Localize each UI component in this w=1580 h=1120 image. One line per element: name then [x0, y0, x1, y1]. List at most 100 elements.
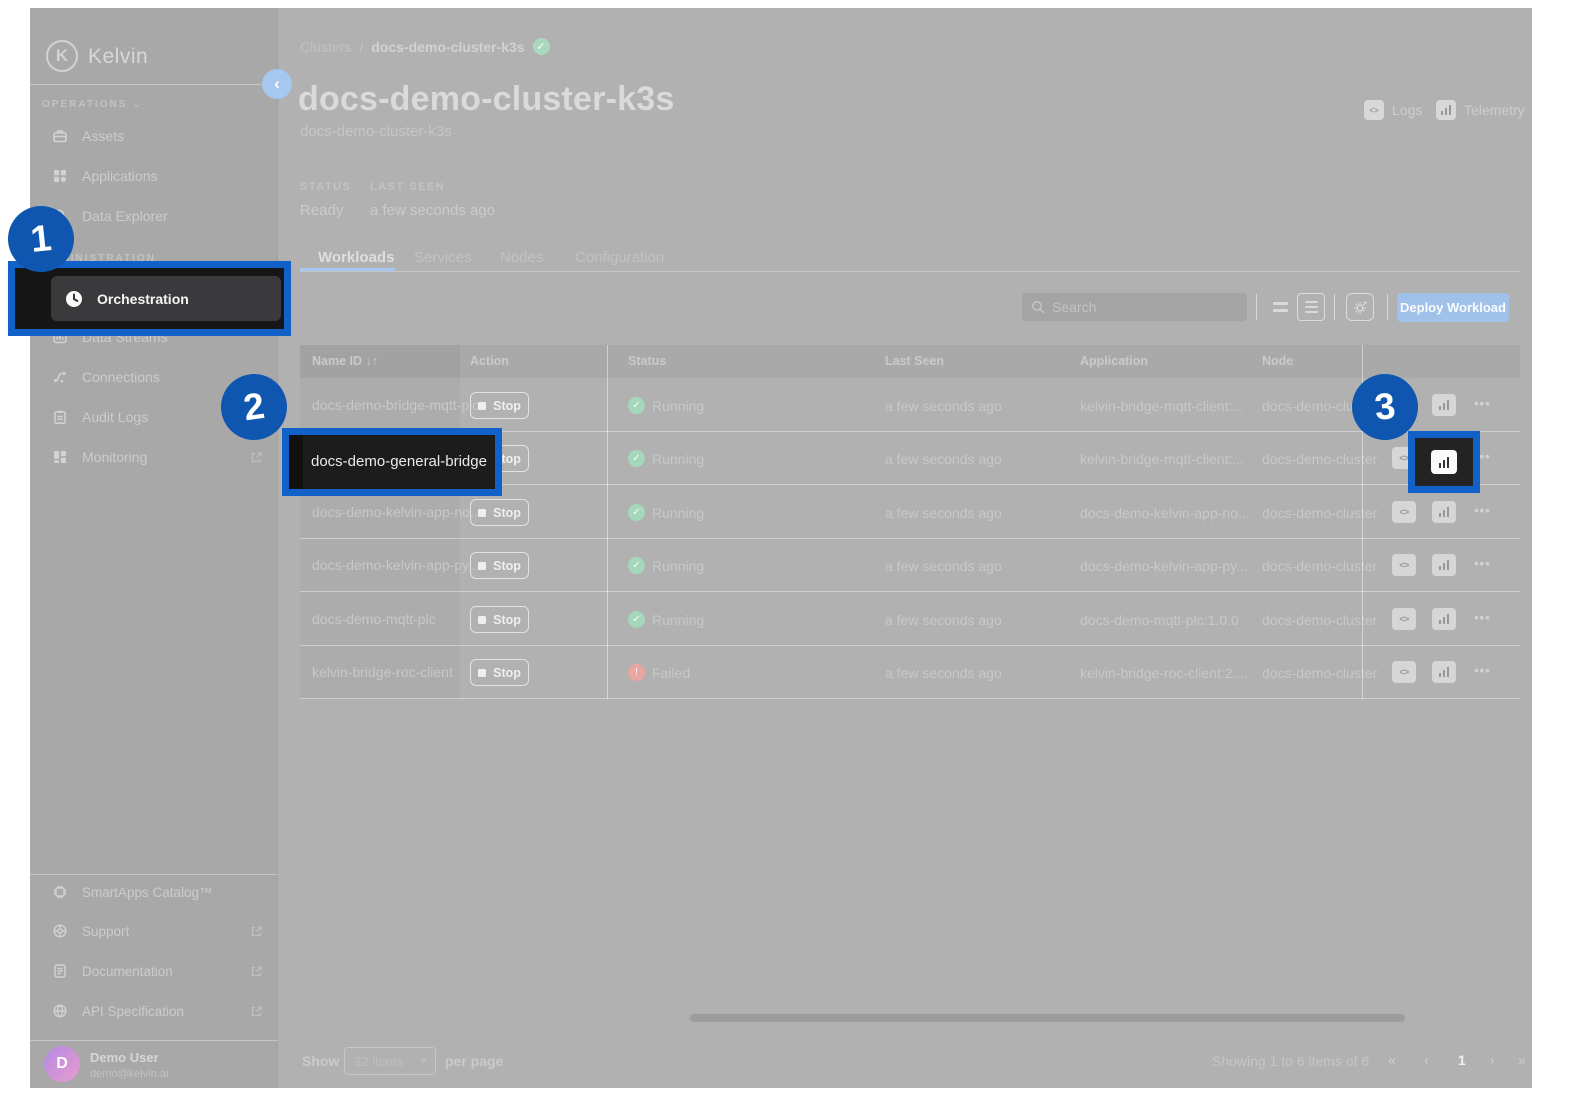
workload-name[interactable]: kelvin-bridge-roc-client: [312, 664, 453, 680]
breadcrumb[interactable]: Clusters / docs-demo-cluster-k3s ✓: [300, 38, 550, 55]
chevron-left-icon: ‹: [274, 74, 280, 94]
pagination-summary: Showing 1 to 6 items of 6: [1212, 1053, 1369, 1069]
pagination-first-button[interactable]: «: [1388, 1052, 1396, 1068]
column-header-application[interactable]: Application: [1080, 354, 1148, 368]
workload-logs-button[interactable]: <>: [1392, 501, 1416, 523]
document-icon: [52, 963, 68, 979]
row-menu-button[interactable]: •••: [1474, 663, 1491, 678]
list-view-toggle[interactable]: [1297, 293, 1325, 321]
workload-name[interactable]: docs-demo-kelvin-app-py...: [312, 557, 480, 573]
column-header-last-seen[interactable]: Last Seen: [885, 354, 944, 368]
status-running-icon: ✓: [628, 557, 645, 574]
avatar[interactable]: D: [44, 1046, 80, 1082]
application-cell: docs-demo-kelvin-app-no...: [1080, 505, 1250, 521]
search-field[interactable]: [1022, 293, 1247, 321]
sidebar-item-audit-logs[interactable]: Audit Logs: [52, 409, 148, 425]
status-running-icon: ✓: [628, 504, 645, 521]
sidebar-collapse-button[interactable]: ‹: [262, 69, 292, 99]
tab-workloads[interactable]: Workloads: [318, 249, 394, 266]
last-seen-value: a few seconds ago: [370, 202, 495, 219]
workload-logs-button[interactable]: <>: [1392, 554, 1416, 576]
last-seen-cell: a few seconds ago: [885, 505, 1002, 521]
workload-name[interactable]: docs-demo-kelvin-app-no...: [312, 504, 482, 520]
sidebar-item-assets[interactable]: Assets: [52, 128, 124, 144]
external-link-icon: [250, 925, 263, 938]
deploy-workload-button[interactable]: Deploy Workload: [1397, 293, 1509, 322]
toolbar-divider: [1256, 294, 1257, 320]
user-name: Demo User: [90, 1050, 159, 1065]
row-menu-button[interactable]: •••: [1474, 556, 1491, 571]
workload-name[interactable]: docs-demo-mqtt-plc: [312, 611, 436, 627]
workload-telemetry-button[interactable]: [1432, 394, 1456, 416]
card-view-toggle[interactable]: [1266, 293, 1294, 321]
node-cell: docs-demo-cluster: [1262, 505, 1377, 521]
workload-name[interactable]: docs-demo-bridge-mqtt-plc: [312, 397, 479, 413]
tab-services[interactable]: Services: [414, 249, 472, 266]
external-link-icon: [250, 1005, 263, 1018]
table-settings-button[interactable]: [1346, 293, 1374, 321]
globe-icon: [52, 1003, 68, 1019]
application-cell: docs-demo-mqtt-plc:1.0.0: [1080, 612, 1239, 628]
horizontal-scrollbar[interactable]: [690, 1014, 1405, 1022]
status-text: Running: [652, 451, 704, 467]
workload-telemetry-button[interactable]: [1432, 608, 1456, 630]
workload-telemetry-button[interactable]: [1432, 554, 1456, 576]
column-header-status[interactable]: Status: [628, 354, 666, 368]
workload-logs-button[interactable]: <>: [1392, 608, 1416, 630]
sidebar-item-orchestration[interactable]: Orchestration: [51, 276, 281, 321]
stop-button[interactable]: Stop: [470, 552, 529, 579]
sidebar-section-operations[interactable]: OPERATIONS ⌄: [42, 97, 143, 110]
column-header-name-id[interactable]: Name ID ↓↑: [312, 354, 378, 368]
search-input[interactable]: [1022, 293, 1247, 321]
telemetry-button[interactable]: Telemetry: [1436, 100, 1525, 120]
status-running-icon: ✓: [628, 397, 645, 414]
column-header-action[interactable]: Action: [470, 354, 509, 368]
chevron-down-icon: ▾: [421, 1056, 426, 1067]
breadcrumb-root[interactable]: Clusters: [300, 39, 351, 55]
sidebar-item-monitoring[interactable]: Monitoring: [52, 449, 147, 465]
telemetry-icon: [1436, 100, 1456, 120]
pagination-prev-button[interactable]: ‹: [1424, 1052, 1429, 1068]
logs-button[interactable]: <> Logs: [1364, 100, 1422, 120]
sort-icon[interactable]: ↓↑: [366, 354, 379, 368]
status-running-icon: ✓: [628, 450, 645, 467]
tab-nodes[interactable]: Nodes: [500, 249, 543, 266]
annotation-highlight-telemetry: [1408, 431, 1480, 493]
workload-telemetry-button-highlighted[interactable]: [1431, 450, 1457, 474]
audit-logs-icon: [52, 409, 68, 425]
telemetry-icon: [1439, 507, 1450, 517]
code-icon: <>: [1399, 560, 1409, 570]
sidebar-item-applications[interactable]: Applications: [52, 168, 158, 184]
show-label: Show: [302, 1053, 339, 1069]
row-menu-button[interactable]: •••: [1474, 396, 1491, 411]
sidebar-item-support[interactable]: Support: [52, 923, 129, 939]
table-row[interactable]: kelvin-bridge-roc-client Stop ! Failed a…: [300, 646, 1520, 699]
workload-logs-button[interactable]: <>: [1392, 661, 1416, 683]
pagination-next-button[interactable]: ›: [1490, 1052, 1495, 1068]
page-title: docs-demo-cluster-k3s: [298, 80, 674, 119]
table-row[interactable]: docs-demo-kelvin-app-py... Stop ✓ Runnin…: [300, 539, 1520, 592]
stop-button[interactable]: Stop: [470, 392, 529, 419]
stop-button[interactable]: Stop: [470, 606, 529, 633]
row-menu-button[interactable]: •••: [1474, 503, 1491, 518]
column-header-node[interactable]: Node: [1262, 354, 1293, 368]
tab-configuration[interactable]: Configuration: [575, 249, 664, 266]
sidebar-item-smartapps-catalog[interactable]: SmartApps Catalog™: [52, 884, 213, 900]
last-seen-cell: a few seconds ago: [885, 451, 1002, 467]
sidebar-item-api-specification[interactable]: API Specification: [52, 1003, 184, 1019]
pagination-current-page[interactable]: 1: [1458, 1052, 1466, 1068]
row-menu-button[interactable]: •••: [1474, 610, 1491, 625]
pagination-last-button[interactable]: »: [1518, 1052, 1526, 1068]
screenshot-page: K Kelvin˙ OPERATIONS ⌄ Assets Applicatio…: [0, 0, 1580, 1120]
status-failed-icon: !: [628, 664, 645, 681]
workload-telemetry-button[interactable]: [1432, 661, 1456, 683]
stop-button[interactable]: Stop: [470, 659, 529, 686]
table-row[interactable]: docs-demo-bridge-mqtt-plc Stop ✓ Running…: [300, 378, 1520, 432]
table-row[interactable]: docs-demo-mqtt-plc Stop ✓ Running a few …: [300, 592, 1520, 646]
workload-name-highlighted[interactable]: docs-demo-general-bridge: [311, 453, 487, 470]
page-size-select[interactable]: 32 items ▾: [344, 1047, 436, 1075]
sidebar-item-documentation[interactable]: Documentation: [52, 963, 173, 979]
stop-button[interactable]: Stop: [470, 499, 529, 526]
sidebar-item-connections[interactable]: Connections: [52, 369, 160, 385]
workload-telemetry-button[interactable]: [1432, 501, 1456, 523]
